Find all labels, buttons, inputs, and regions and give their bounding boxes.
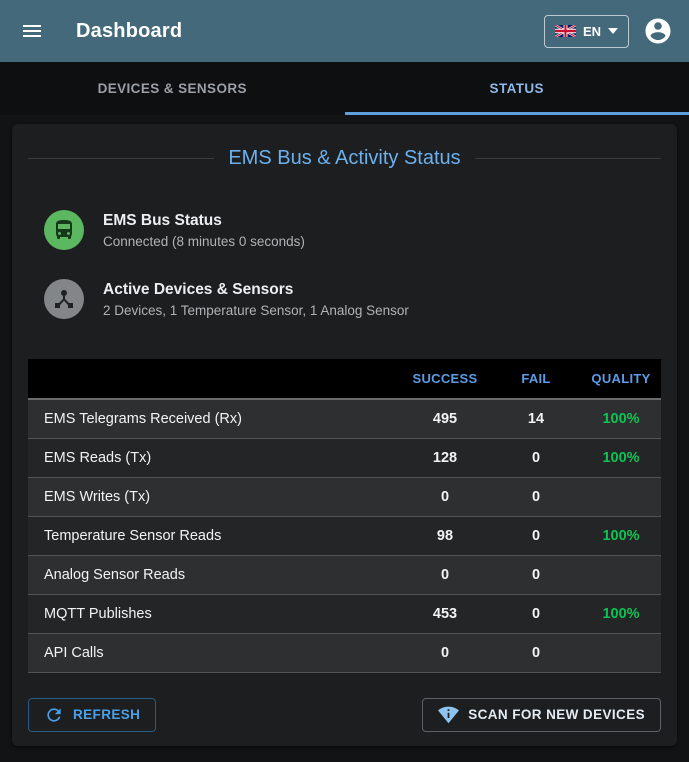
row-label: Temperature Sensor Reads xyxy=(28,516,399,555)
bus-icon xyxy=(52,218,76,242)
success-value: 128 xyxy=(399,438,491,477)
table-row: Temperature Sensor Reads 98 0 100% xyxy=(28,516,661,555)
device-hub-icon xyxy=(52,287,76,311)
action-buttons-row: REFRESH SCAN FOR NEW DEVICES xyxy=(28,698,661,732)
card-title-divider: EMS Bus & Activity Status xyxy=(28,147,661,170)
row-label: EMS Telegrams Received (Rx) xyxy=(28,399,399,438)
scan-for-new-devices-button[interactable]: SCAN FOR NEW DEVICES xyxy=(422,698,661,732)
fail-value: 0 xyxy=(491,438,581,477)
ems-bus-status-subtitle: Connected (8 minutes 0 seconds) xyxy=(103,234,305,249)
column-header-fail: FAIL xyxy=(491,359,581,399)
quality-value xyxy=(581,555,661,594)
table-row: EMS Writes (Tx) 0 0 xyxy=(28,477,661,516)
fail-value: 0 xyxy=(491,555,581,594)
success-value: 0 xyxy=(399,477,491,516)
quality-value: 100% xyxy=(581,438,661,477)
success-value: 98 xyxy=(399,516,491,555)
column-header-quality: QUALITY xyxy=(581,359,661,399)
status-card: EMS Bus & Activity Status EMS Bus Status… xyxy=(12,124,677,746)
ems-bus-status-title: EMS Bus Status xyxy=(103,212,305,230)
table-row: API Calls 0 0 xyxy=(28,633,661,672)
fail-value: 0 xyxy=(491,633,581,672)
list-item-ems-bus-status: EMS Bus Status Connected (8 minutes 0 se… xyxy=(44,210,645,250)
chevron-down-icon xyxy=(608,28,618,34)
divider-line xyxy=(28,158,214,159)
account-button[interactable] xyxy=(641,14,675,48)
table-header-row: SUCCESS FAIL QUALITY xyxy=(28,359,661,399)
table-row: MQTT Publishes 453 0 100% xyxy=(28,594,661,633)
tab-status[interactable]: STATUS xyxy=(345,62,689,115)
list-item-text: EMS Bus Status Connected (8 minutes 0 se… xyxy=(103,212,305,249)
refresh-button-label: REFRESH xyxy=(73,707,140,722)
table-row: EMS Reads (Tx) 128 0 100% xyxy=(28,438,661,477)
row-label: EMS Writes (Tx) xyxy=(28,477,399,516)
quality-value: 100% xyxy=(581,399,661,438)
bus-avatar xyxy=(44,210,84,250)
quality-value xyxy=(581,633,661,672)
success-value: 495 xyxy=(399,399,491,438)
fail-value: 0 xyxy=(491,594,581,633)
success-value: 0 xyxy=(399,633,491,672)
success-value: 0 xyxy=(399,555,491,594)
fail-value: 0 xyxy=(491,516,581,555)
quality-value: 100% xyxy=(581,594,661,633)
tab-bar: DEVICES & SENSORS STATUS xyxy=(0,62,689,115)
card-title: EMS Bus & Activity Status xyxy=(228,147,460,170)
language-label: EN xyxy=(583,24,601,39)
refresh-button[interactable]: REFRESH xyxy=(28,698,156,732)
column-header-success: SUCCESS xyxy=(399,359,491,399)
language-selector[interactable]: EN xyxy=(544,15,629,48)
quality-value: 100% xyxy=(581,516,661,555)
row-label: API Calls xyxy=(28,633,399,672)
page-title: Dashboard xyxy=(76,20,182,43)
app-bar: Dashboard EN xyxy=(0,0,689,62)
device-hub-avatar xyxy=(44,279,84,319)
list-item-active-devices: Active Devices & Sensors 2 Devices, 1 Te… xyxy=(44,279,645,319)
status-list: EMS Bus Status Connected (8 minutes 0 se… xyxy=(28,210,661,319)
tab-devices-sensors[interactable]: DEVICES & SENSORS xyxy=(0,62,345,115)
uk-flag-icon xyxy=(555,25,576,37)
row-label: EMS Reads (Tx) xyxy=(28,438,399,477)
divider-line xyxy=(475,158,661,159)
success-value: 453 xyxy=(399,594,491,633)
table-row: EMS Telegrams Received (Rx) 495 14 100% xyxy=(28,399,661,438)
account-circle-icon xyxy=(643,16,673,46)
list-item-text: Active Devices & Sensors 2 Devices, 1 Te… xyxy=(103,281,409,318)
refresh-icon xyxy=(44,705,64,725)
row-label: Analog Sensor Reads xyxy=(28,555,399,594)
page-content: EMS Bus & Activity Status EMS Bus Status… xyxy=(0,115,689,762)
row-label: MQTT Publishes xyxy=(28,594,399,633)
fail-value: 0 xyxy=(491,477,581,516)
active-devices-subtitle: 2 Devices, 1 Temperature Sensor, 1 Analo… xyxy=(103,303,409,318)
active-devices-title: Active Devices & Sensors xyxy=(103,281,409,299)
quality-value xyxy=(581,477,661,516)
fail-value: 14 xyxy=(491,399,581,438)
activity-table: SUCCESS FAIL QUALITY EMS Telegrams Recei… xyxy=(28,359,661,673)
hamburger-menu-icon[interactable] xyxy=(16,15,48,47)
scan-wifi-icon xyxy=(438,704,459,725)
scan-button-label: SCAN FOR NEW DEVICES xyxy=(468,707,645,722)
column-header-blank xyxy=(28,359,399,399)
table-row: Analog Sensor Reads 0 0 xyxy=(28,555,661,594)
